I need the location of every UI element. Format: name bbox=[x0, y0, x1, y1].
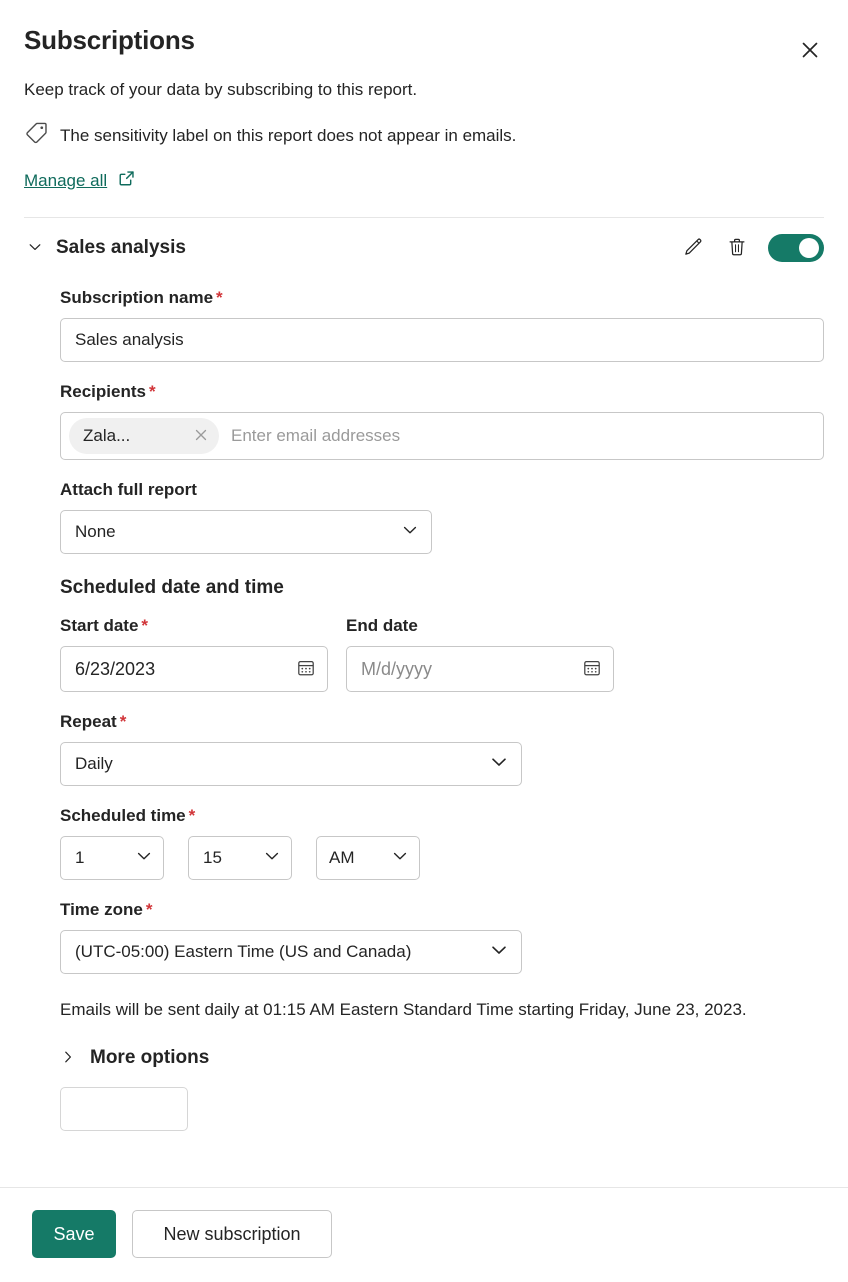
chevron-down-icon bbox=[391, 847, 409, 870]
remove-recipient-button[interactable] bbox=[189, 424, 213, 448]
schedule-summary-text: Emails will be sent daily at 01:15 AM Ea… bbox=[60, 996, 800, 1023]
scheduled-time-label-text: Scheduled time bbox=[60, 806, 186, 825]
subscription-header: Sales analysis bbox=[24, 218, 824, 268]
subscription-form: Subscription name* Recipients* Zala... bbox=[24, 286, 824, 1131]
pane-header: Subscriptions Keep track of your data by… bbox=[0, 0, 848, 193]
required-asterisk: * bbox=[120, 712, 127, 731]
end-date-label: End date bbox=[346, 614, 614, 638]
chevron-down-icon bbox=[263, 847, 281, 870]
chevron-down-icon bbox=[401, 521, 419, 544]
tag-icon bbox=[24, 120, 50, 151]
scheduled-time-meridiem-value: AM bbox=[329, 848, 355, 868]
required-asterisk: * bbox=[216, 288, 223, 307]
subscription-actions bbox=[680, 234, 824, 262]
required-asterisk: * bbox=[189, 806, 196, 825]
more-options-toggle[interactable]: More options bbox=[60, 1047, 209, 1069]
start-date-label: Start date* bbox=[60, 614, 328, 638]
scheduled-time-row: 1 15 AM bbox=[60, 836, 824, 880]
scheduled-time-hour-dropdown[interactable]: 1 bbox=[60, 836, 164, 880]
recipients-input[interactable] bbox=[223, 419, 815, 453]
calendar-icon bbox=[296, 658, 316, 681]
recipients-label-text: Recipients bbox=[60, 382, 146, 401]
end-date-group: End date bbox=[346, 608, 614, 692]
page-title: Subscriptions bbox=[24, 24, 824, 56]
end-date-field bbox=[346, 646, 614, 692]
recipients-field[interactable]: Zala... bbox=[60, 412, 824, 460]
required-asterisk: * bbox=[146, 900, 153, 919]
external-link-icon[interactable] bbox=[117, 169, 136, 193]
manage-all-link[interactable]: Manage all bbox=[24, 170, 107, 192]
start-date-field bbox=[60, 646, 328, 692]
time-zone-dropdown[interactable]: (UTC-05:00) Eastern Time (US and Canada) bbox=[60, 930, 522, 974]
attach-full-report-dropdown[interactable]: None bbox=[60, 510, 432, 554]
end-date-calendar-button[interactable] bbox=[578, 655, 606, 683]
time-zone-value: (UTC-05:00) Eastern Time (US and Canada) bbox=[75, 942, 411, 962]
repeat-label: Repeat* bbox=[60, 710, 824, 734]
subscription-collapse-button[interactable] bbox=[24, 237, 46, 259]
subscription-name-label: Subscription name* bbox=[60, 286, 824, 310]
scheduled-time-meridiem-dropdown[interactable]: AM bbox=[316, 836, 420, 880]
toggle-knob bbox=[799, 238, 819, 258]
repeat-dropdown[interactable]: Daily bbox=[60, 742, 522, 786]
subscription-name-label-text: Subscription name bbox=[60, 288, 213, 307]
recipient-chip-label: Zala... bbox=[83, 426, 130, 446]
recipient-chip[interactable]: Zala... bbox=[69, 418, 219, 454]
chevron-down-icon bbox=[135, 847, 153, 870]
pane-body: Sales analysis bbox=[0, 218, 848, 1187]
start-date-calendar-button[interactable] bbox=[292, 655, 320, 683]
end-date-input[interactable] bbox=[346, 646, 614, 692]
clipped-field-below-fold[interactable] bbox=[60, 1087, 188, 1131]
time-zone-label: Time zone* bbox=[60, 898, 824, 922]
attach-full-report-label-text: Attach full report bbox=[60, 480, 197, 499]
chevron-down-icon bbox=[489, 752, 509, 777]
pencil-icon bbox=[682, 236, 704, 261]
calendar-icon bbox=[582, 658, 602, 681]
subscription-name-heading: Sales analysis bbox=[56, 235, 186, 261]
trash-icon bbox=[726, 236, 748, 261]
sensitivity-notice: The sensitivity label on this report doe… bbox=[24, 120, 824, 151]
save-button[interactable]: Save bbox=[32, 1210, 116, 1258]
chevron-down-icon bbox=[27, 239, 43, 258]
scheduled-time-minute-dropdown[interactable]: 15 bbox=[188, 836, 292, 880]
close-icon bbox=[194, 428, 208, 445]
required-asterisk: * bbox=[141, 616, 148, 635]
scheduled-section-title: Scheduled date and time bbox=[60, 576, 824, 600]
chevron-right-icon bbox=[60, 1049, 76, 1068]
time-zone-label-text: Time zone bbox=[60, 900, 143, 919]
date-row: Start date* bbox=[60, 608, 824, 692]
scheduled-time-minute-value: 15 bbox=[203, 848, 222, 868]
close-icon bbox=[800, 40, 820, 60]
close-button[interactable] bbox=[790, 30, 830, 70]
delete-subscription-button[interactable] bbox=[724, 235, 750, 261]
attach-full-report-value: None bbox=[75, 522, 116, 542]
repeat-value: Daily bbox=[75, 754, 113, 774]
repeat-label-text: Repeat bbox=[60, 712, 117, 731]
pane-subtitle: Keep track of your data by subscribing t… bbox=[24, 78, 824, 102]
start-date-label-text: Start date bbox=[60, 616, 138, 635]
end-date-label-text: End date bbox=[346, 616, 418, 635]
subscriptions-pane: Subscriptions Keep track of your data by… bbox=[0, 0, 848, 1282]
scheduled-time-hour-value: 1 bbox=[75, 848, 84, 868]
attach-full-report-label: Attach full report bbox=[60, 478, 824, 502]
subscription-name-input[interactable] bbox=[60, 318, 824, 362]
pane-footer: Save New subscription bbox=[0, 1187, 848, 1282]
edit-subscription-button[interactable] bbox=[680, 235, 706, 261]
scheduled-time-label: Scheduled time* bbox=[60, 804, 824, 828]
more-options-label: More options bbox=[90, 1047, 209, 1069]
recipients-label: Recipients* bbox=[60, 380, 824, 404]
required-asterisk: * bbox=[149, 382, 156, 401]
manage-all-row: Manage all bbox=[24, 169, 824, 193]
new-subscription-button[interactable]: New subscription bbox=[132, 1210, 332, 1258]
start-date-group: Start date* bbox=[60, 608, 328, 692]
start-date-input[interactable] bbox=[60, 646, 328, 692]
chevron-down-icon bbox=[489, 940, 509, 965]
subscription-enabled-toggle[interactable] bbox=[768, 234, 824, 262]
sensitivity-notice-text: The sensitivity label on this report doe… bbox=[60, 124, 516, 148]
